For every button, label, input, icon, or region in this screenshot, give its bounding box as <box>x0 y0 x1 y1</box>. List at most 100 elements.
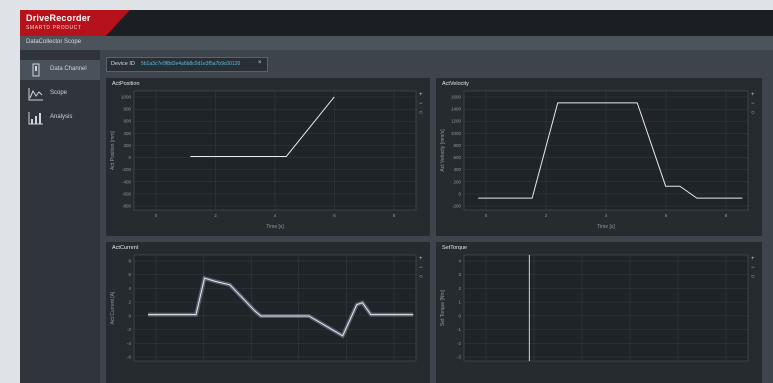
y-tick-label: 2 <box>128 300 131 305</box>
y-tick-label: 200 <box>123 143 131 148</box>
device-selector[interactable]: Device ID 5b1a3c7e9f8d2e4a6b8c0d1e3f5a7b… <box>106 57 268 72</box>
top-bar: DriveRecorder SMARTD PRODUCT <box>20 10 773 36</box>
reset-icon[interactable]: ○ <box>751 110 757 116</box>
y-tick-label: 3 <box>458 272 461 277</box>
zoom-out-icon[interactable]: − <box>751 101 757 107</box>
zoom-out-icon[interactable]: − <box>419 265 425 271</box>
x-tick-label: 4 <box>274 213 277 218</box>
zoom-in-icon[interactable]: + <box>419 92 425 98</box>
y-tick-label: 600 <box>453 155 461 160</box>
y-tick-label: 600 <box>123 119 131 124</box>
y-axis-label: Act Position [mm] <box>110 130 116 170</box>
chart-panel-set-torque: SetTorque 4 3 2 1 0 -1 -2 -3 Set Torque [Nm] + −… <box>436 242 762 383</box>
y-tick-label: 1600 <box>451 95 462 100</box>
plot-toolbar: + − ○ <box>751 92 759 119</box>
y-tick-label: 1400 <box>451 107 462 112</box>
y-tick-label: 1200 <box>451 119 462 124</box>
plot-toolbar: + − ○ <box>419 92 427 119</box>
plot-toolbar: + − ○ <box>419 256 427 283</box>
y-tick-label: 1 <box>458 300 461 305</box>
sidebar-item-data-channel[interactable]: Data Channel <box>20 60 100 80</box>
scope-icon <box>28 88 43 101</box>
window-title: DataCollector Scope <box>26 39 82 45</box>
x-axis-label: Time [s] <box>597 224 615 230</box>
device-id-value[interactable]: 5b1a3c7e9f8d2e4a6b8c0d1e3f5a7b9c00120 <box>141 60 255 69</box>
y-tick-label: -2 <box>457 341 461 346</box>
y-tick-label: 2 <box>458 286 461 291</box>
sidebar: Data Channel Scope Analysis <box>20 50 100 383</box>
plot-toolbar: + − ○ <box>751 256 759 283</box>
reset-icon[interactable]: ○ <box>751 274 757 280</box>
x-tick-label: 4 <box>605 213 608 218</box>
sidebar-item-label: Analysis <box>50 114 73 120</box>
zoom-out-icon[interactable]: − <box>751 265 757 271</box>
main-content: Device ID 5b1a3c7e9f8d2e4a6b8c0d1e3f5a7b… <box>100 50 773 383</box>
y-axis-label: Set Torque [Nm] <box>440 289 446 326</box>
x-tick-label: 2 <box>545 213 548 218</box>
chart-panel-act-position: ActPosition 1000 800 600 400 200 0 -200 -400 -60… <box>106 78 430 236</box>
y-tick-label: 1000 <box>451 131 462 136</box>
y-tick-label: 0 <box>458 191 461 196</box>
y-tick-label: -600 <box>122 191 132 196</box>
y-tick-label: 800 <box>453 143 461 148</box>
reset-icon[interactable]: ○ <box>419 274 425 280</box>
app-window: DriveRecorder SMARTD PRODUCT DataCollect… <box>20 10 773 383</box>
y-tick-label: 800 <box>123 107 131 112</box>
y-axis-label: Act Velocity [mm/s] <box>440 129 446 172</box>
x-tick-label: 6 <box>333 213 336 218</box>
y-tick-label: -6 <box>127 355 131 360</box>
chart-plot: 4 3 2 1 0 -1 -2 -3 Set Torque [Nm] <box>440 254 749 362</box>
chart-plot: 8 6 4 2 0 -2 -4 -6 Act Current [A] <box>110 254 417 362</box>
brand-logo: DriveRecorder SMARTD PRODUCT <box>20 10 130 36</box>
x-tick-label: 0 <box>155 213 158 218</box>
y-tick-label: -200 <box>452 204 462 209</box>
y-tick-label: 0 <box>458 313 461 318</box>
y-tick-label: -3 <box>457 355 461 360</box>
plot-area <box>133 254 417 362</box>
y-tick-label: 6 <box>128 272 131 277</box>
brand-name: DriveRecorder <box>26 13 91 23</box>
y-axis-label: Act Current [A] <box>110 291 116 324</box>
sidebar-item-label: Scope <box>50 90 68 96</box>
y-tick-label: 4 <box>128 286 131 291</box>
chart-panel-act-current: ActCurrent 8 6 4 2 0 -2 -4 -6 Act Current [A] + … <box>106 242 430 383</box>
y-tick-label: 400 <box>123 131 131 136</box>
y-tick-label: 0 <box>128 155 131 160</box>
y-tick-label: -2 <box>127 327 131 332</box>
y-tick-label: 0 <box>128 313 131 318</box>
reset-icon[interactable]: ○ <box>419 110 425 116</box>
x-tick-label: 0 <box>485 213 488 218</box>
x-tick-label: 8 <box>393 213 396 218</box>
y-tick-label: -1 <box>457 327 461 332</box>
zoom-in-icon[interactable]: + <box>751 92 757 98</box>
y-tick-label: 4 <box>458 259 461 264</box>
y-tick-label: 400 <box>453 167 461 172</box>
zoom-out-icon[interactable]: − <box>419 101 425 107</box>
x-axis-label: Time [s] <box>266 224 284 230</box>
x-tick-label: 2 <box>214 213 217 218</box>
chart-plot: 1600 1400 1200 1000 800 600 400 200 0 -200 0 2 4 6 8 Ti… <box>440 90 749 230</box>
zoom-in-icon[interactable]: + <box>751 256 757 262</box>
x-tick-label: 6 <box>665 213 668 218</box>
y-tick-label: -400 <box>122 179 132 184</box>
analysis-icon <box>28 112 43 125</box>
x-tick-label: 8 <box>725 213 728 218</box>
sidebar-item-scope[interactable]: Scope <box>20 84 100 104</box>
device-id-label: Device ID <box>111 61 135 67</box>
y-tick-label: 1000 <box>121 95 132 100</box>
sidebar-item-analysis[interactable]: Analysis <box>20 108 100 128</box>
y-tick-label: 8 <box>128 259 131 264</box>
plot-area <box>463 254 749 362</box>
data-channel-icon <box>32 63 40 77</box>
y-tick-label: -200 <box>122 167 132 172</box>
y-tick-label: -800 <box>122 204 132 209</box>
sub-header: DataCollector Scope <box>20 36 773 50</box>
close-icon[interactable]: × <box>258 60 262 66</box>
sidebar-item-label: Data Channel <box>50 66 87 72</box>
y-tick-label: 200 <box>453 179 461 184</box>
brand-subtitle: SMARTD PRODUCT <box>26 25 82 31</box>
chart-plot: 1000 800 600 400 200 0 -200 -400 -600 -800 0 2 4 6 8 Ti… <box>110 90 417 230</box>
y-tick-label: -4 <box>127 341 131 346</box>
zoom-in-icon[interactable]: + <box>419 256 425 262</box>
chart-panel-act-velocity: ActVelocity 1600 1400 1200 1000 800 600 400 200… <box>436 78 762 236</box>
